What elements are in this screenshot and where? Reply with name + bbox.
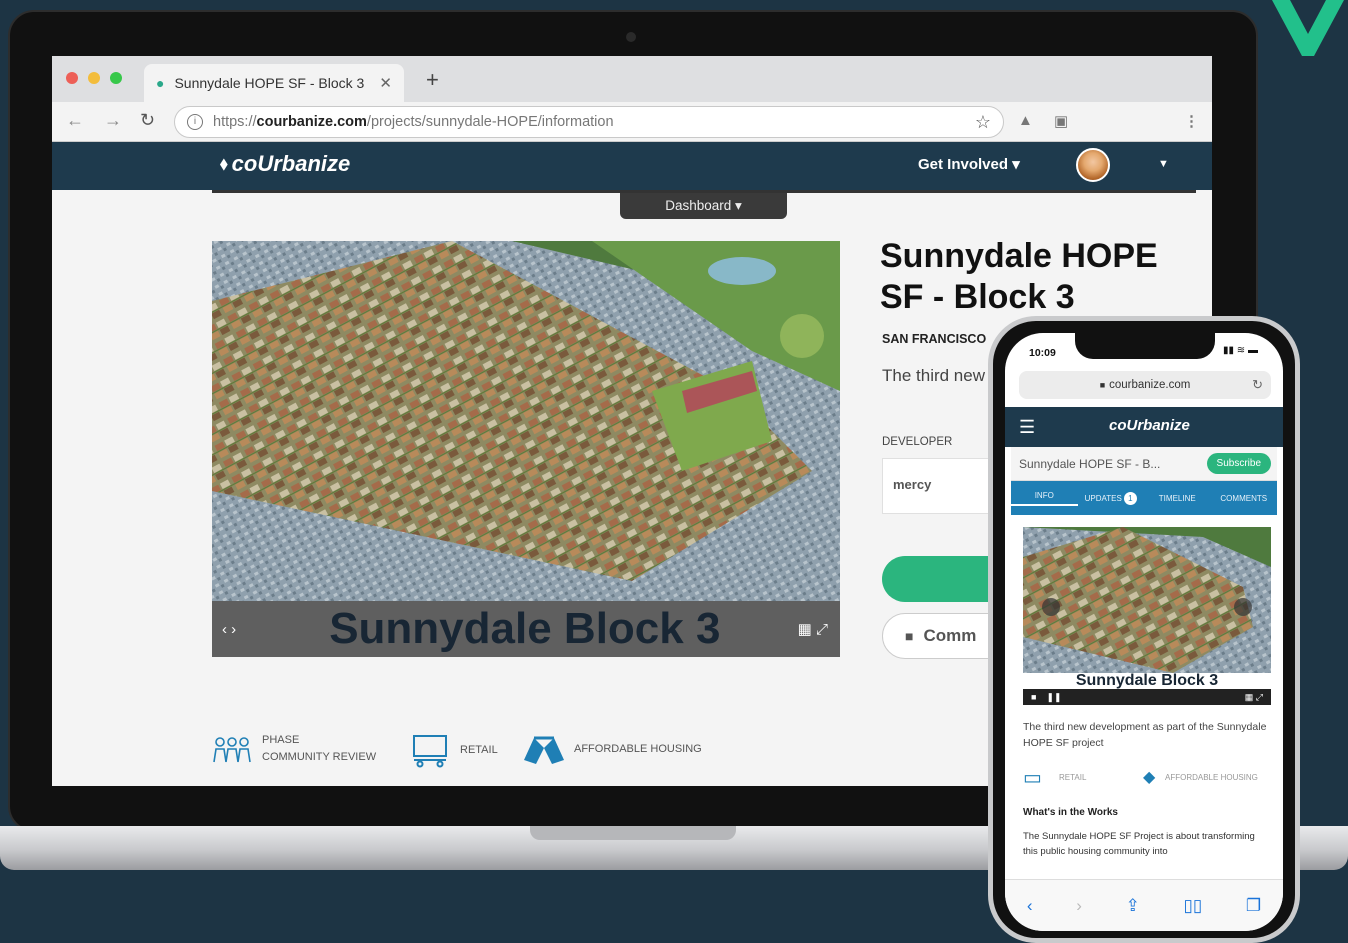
phone-tag-retail: RETAIL: [1059, 773, 1087, 782]
phone-page-title: Sunnydale HOPE SF - B...: [1019, 456, 1161, 471]
handshake-icon: [524, 736, 564, 764]
browser-tab[interactable]: ● Sunnydale HOPE SF - Block 3 ✕: [144, 64, 404, 102]
tab-updates-label: UPDATES: [1084, 493, 1122, 503]
gallery-fullscreen-icon[interactable]: ▦ ⤢: [798, 620, 828, 638]
info-icon[interactable]: i: [187, 114, 203, 130]
phone-logo[interactable]: coUrbanize: [1109, 417, 1190, 434]
phone-aerial-rendering: [1023, 527, 1271, 673]
url-host: courbanize.com: [256, 114, 367, 130]
new-tab-button[interactable]: +: [426, 67, 439, 93]
comment-button-label: Comm: [923, 626, 977, 645]
back-icon[interactable]: ←: [66, 110, 84, 131]
stop-icon[interactable]: ■: [1031, 692, 1036, 702]
minimize-window-button[interactable]: [88, 72, 100, 84]
phone-image-caption: Sunnydale Block 3: [1075, 673, 1219, 689]
extension-icon-2[interactable]: ▣: [1054, 112, 1068, 130]
tag-phase: PHASE COMMUNITY REVIEW: [212, 732, 376, 766]
phone-browser-toolbar: ‹ › ⇪ ▯▯ ❐: [1005, 879, 1283, 931]
developer-label: DEVELOPER: [882, 436, 953, 448]
tag-phase-line1: PHASE: [262, 734, 300, 746]
tab-info[interactable]: INFO: [1011, 491, 1078, 506]
handshake-icon: ◆: [1143, 769, 1156, 786]
laptop-camera: [626, 32, 636, 42]
chevron-down-icon[interactable]: ▼: [1158, 158, 1169, 170]
phone-slideshow-controls[interactable]: ■ ❚❚ ▦ ⤢: [1023, 689, 1271, 705]
hamburger-menu-icon[interactable]: ☰: [1019, 417, 1035, 438]
phone-description: The third new development as part of the…: [1023, 721, 1267, 749]
coUrbanize-pin-icon: ●: [156, 75, 165, 91]
address-bar[interactable]: i https:// courbanize.com /projects/sunn…: [174, 106, 1004, 138]
phone-tabs: INFO UPDATES 1 TIMELINE COMMENTS: [1011, 481, 1277, 515]
maximize-window-button[interactable]: [110, 72, 122, 84]
close-window-button[interactable]: [66, 72, 78, 84]
tab-title: Sunnydale HOPE SF - Block 3: [174, 75, 365, 91]
url-path: /projects/sunnydale-HOPE/information: [366, 114, 614, 130]
phone-address-bar[interactable]: ■ courbanize.com ↻: [1019, 371, 1271, 399]
lock-icon: ■: [1099, 380, 1106, 390]
phone-tags: ▭ RETAIL ◆ AFFORDABLE HOUSING: [1023, 765, 1271, 793]
bookmark-star-icon[interactable]: ☆: [975, 112, 991, 133]
phone-screen: 10:09 ▮▮ ≋ ▬ ■ courbanize.com ↻ ☰ coUrba…: [1005, 333, 1283, 931]
forward-icon[interactable]: ›: [1076, 896, 1082, 916]
browser-toolbar: ← → ↻ i https:// courbanize.com /project…: [52, 102, 1212, 142]
extension-icon[interactable]: ▲: [1018, 112, 1033, 129]
browser-menu-icon[interactable]: ⋮: [1184, 112, 1199, 130]
tab-comments[interactable]: COMMENTS: [1211, 494, 1278, 503]
phone-tag-affordable: AFFORDABLE HOUSING: [1165, 773, 1258, 782]
phone-subscribe-button[interactable]: Subscribe: [1206, 453, 1271, 474]
phone-frame: 10:09 ▮▮ ≋ ▬ ■ courbanize.com ↻ ☰ coUrba…: [988, 316, 1300, 943]
pause-icon[interactable]: ❚❚: [1046, 692, 1061, 703]
forward-icon[interactable]: →: [104, 110, 122, 131]
map-pin-icon: ⬧: [220, 154, 228, 173]
page-title: Sunnydale HOPE SF - Block 3: [880, 237, 1158, 316]
site-header: ⬧ coUrbanize Get Involved ▾ ▼: [52, 142, 1212, 190]
retail-icon: ▭: [1023, 767, 1042, 789]
coUrbanize-logo[interactable]: ⬧ coUrbanize: [220, 151, 350, 177]
tag-affordable-label: AFFORDABLE HOUSING: [574, 743, 702, 755]
phone-notch: [1075, 333, 1215, 359]
close-tab-icon[interactable]: ✕: [379, 74, 392, 92]
bookmarks-icon[interactable]: ▯▯: [1184, 896, 1203, 916]
tag-retail: RETAIL: [410, 732, 498, 768]
logo-text: coUrbanize: [231, 151, 351, 176]
phone-section-heading: What's in the Works: [1023, 807, 1118, 818]
brand-v-logo: [1272, 0, 1344, 56]
reload-icon[interactable]: ↻: [140, 110, 155, 131]
aerial-rendering: [212, 241, 840, 601]
tab-updates[interactable]: UPDATES 1: [1078, 491, 1145, 505]
phone-title-bar: Sunnydale HOPE SF - B... Subscribe: [1011, 447, 1277, 481]
get-involved-menu[interactable]: Get Involved ▾: [918, 155, 1020, 173]
project-tags: PHASE COMMUNITY REVIEW RETAIL AFFORDABLE…: [212, 732, 912, 774]
phone-status-time: 10:09: [1029, 347, 1056, 359]
project-image[interactable]: [212, 241, 840, 601]
url-scheme: https://: [213, 114, 257, 130]
phone-section-text: The Sunnydale HOPE SF Project is about t…: [1023, 831, 1255, 857]
comment-icon: ■: [905, 628, 914, 644]
phone-project-image[interactable]: [1023, 527, 1271, 673]
browser-tab-bar: ● Sunnydale HOPE SF - Block 3 ✕ +: [52, 56, 1212, 102]
tab-timeline[interactable]: TIMELINE: [1144, 494, 1211, 503]
reload-icon[interactable]: ↻: [1252, 377, 1263, 393]
avatar[interactable]: [1076, 148, 1110, 182]
phone-url: courbanize.com: [1109, 379, 1191, 391]
tag-affordable-housing: AFFORDABLE HOUSING: [522, 732, 702, 766]
retail-icon: [413, 735, 447, 768]
grid-fullscreen-icon[interactable]: ▦ ⤢: [1245, 692, 1263, 703]
signal-battery-icon: ▮▮ ≋ ▬: [1223, 345, 1258, 356]
laptop-notch: [530, 826, 736, 840]
image-caption: Sunnydale Block 3: [329, 604, 721, 653]
project-location: SAN FRANCISCO: [882, 332, 987, 346]
updates-badge: 1: [1123, 491, 1137, 505]
back-icon[interactable]: ‹: [1027, 896, 1033, 916]
tabs-icon[interactable]: ❐: [1246, 896, 1261, 916]
tag-retail-label: RETAIL: [460, 744, 498, 756]
image-caption-bar: ‹ › Sunnydale Block 3 ▦ ⤢: [212, 601, 840, 657]
people-icon: [213, 737, 251, 763]
dashboard-dropdown[interactable]: Dashboard ▾: [620, 193, 787, 219]
phone-site-header: ☰ coUrbanize: [1005, 407, 1283, 447]
share-icon[interactable]: ⇪: [1126, 896, 1140, 916]
tag-phase-line2: COMMUNITY REVIEW: [262, 751, 377, 763]
